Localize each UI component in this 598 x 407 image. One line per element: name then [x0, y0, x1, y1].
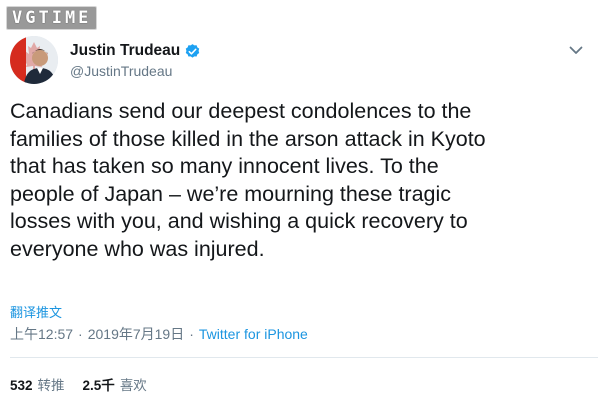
tweet-stats: 532 转推 2.5千 喜欢 — [10, 374, 165, 394]
tweet-text-line: Canadians send our deepest condolences t… — [10, 99, 472, 123]
tweet-date[interactable]: 2019年7月19日 — [88, 324, 185, 344]
stats-divider — [10, 357, 598, 358]
tweet-header: Justin Trudeau @JustinTrudeau — [10, 36, 588, 88]
watermark-logo: VGTIME — [6, 6, 98, 30]
likes-count: 2.5千 — [82, 378, 115, 393]
tweet-text-line: that has taken so many innocent lives. T… — [10, 154, 439, 178]
retweets-stat[interactable]: 532 转推 — [10, 374, 65, 394]
author-handle[interactable]: @JustinTrudeau — [70, 63, 172, 79]
tweet-text-line: people of Japan – we’re mourning these t… — [10, 181, 452, 206]
avatar[interactable] — [10, 36, 58, 84]
verified-badge-icon — [184, 43, 201, 60]
retweets-count: 532 — [10, 378, 33, 393]
meta-separator: · — [78, 326, 83, 342]
likes-stat[interactable]: 2.5千 喜欢 — [83, 374, 147, 394]
author-display-name[interactable]: Justin Trudeau — [70, 42, 180, 60]
retweets-label: 转推 — [37, 378, 65, 393]
meta-separator: · — [189, 326, 194, 342]
tweet-time[interactable]: 上午12:57 — [10, 324, 73, 344]
author-name-row[interactable]: Justin Trudeau — [70, 42, 201, 60]
likes-label: 喜欢 — [119, 378, 147, 393]
tweet-source-link[interactable]: Twitter for iPhone — [199, 326, 308, 342]
tweet-text-line: losses with you, and wishing a quick rec… — [10, 209, 468, 233]
tweet-text-line: everyone who was injured. — [10, 236, 265, 261]
chevron-down-icon[interactable] — [566, 42, 586, 58]
translate-tweet-link[interactable]: 翻译推文 — [10, 302, 62, 321]
tweet-text: Canadians send our deepest condolences t… — [10, 98, 590, 263]
tweet-meta: 上午12:57 · 2019年7月19日 · Twitter for iPhon… — [10, 324, 308, 344]
tweet-text-line: families of those killed in the arson at… — [10, 126, 486, 151]
